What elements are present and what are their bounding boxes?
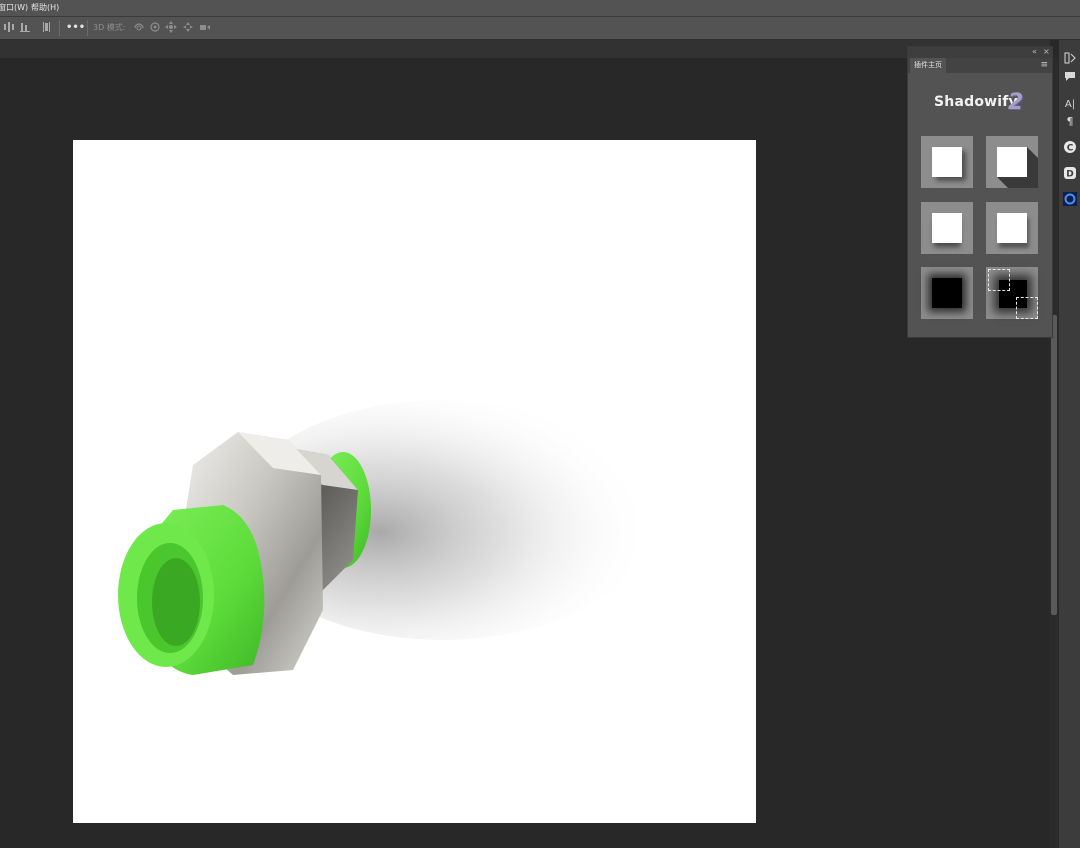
options-bar: ••• 3D 模式: — [0, 17, 1080, 40]
character-icon[interactable]: A| — [1062, 97, 1078, 113]
plugin-d-icon[interactable]: D — [1062, 166, 1078, 182]
plugin-ring-icon[interactable] — [1062, 192, 1078, 208]
panel-tab-row: 插件主页 ≡ — [908, 58, 1052, 73]
document-canvas[interactable] — [73, 140, 756, 823]
drop-shadow-preset[interactable] — [921, 136, 973, 188]
comment-icon[interactable] — [1062, 70, 1078, 86]
long-shadow-preset[interactable] — [986, 136, 1038, 188]
history-icon[interactable] — [1062, 52, 1078, 68]
menu-bar: 窗口(W) 帮助(H) — [0, 0, 1080, 17]
brand-name: Shadowify — [934, 94, 1018, 110]
panel-title-bar: « × — [908, 47, 1052, 58]
options-separator — [87, 20, 88, 36]
soft-shadow-preset[interactable] — [986, 202, 1038, 254]
menu-help[interactable]: 帮助(H) — [31, 1, 59, 15]
panel-close-button[interactable]: × — [1043, 46, 1050, 57]
more-icon[interactable]: ••• — [66, 21, 85, 35]
drag-3d-icon[interactable] — [164, 21, 178, 35]
scrollbar-thumb[interactable] — [1051, 315, 1057, 615]
document-tab-strip — [0, 40, 1050, 58]
3d-mode-label: 3D 模式: — [93, 23, 126, 32]
align-left-icon[interactable] — [2, 21, 16, 35]
tab-plugin-home[interactable]: 插件主页 — [910, 58, 946, 73]
svg-text:D: D — [1066, 170, 1073, 180]
paragraph-icon[interactable]: ¶ — [1062, 114, 1078, 130]
roll-3d-icon[interactable] — [148, 21, 162, 35]
rotate-3d-icon[interactable] — [132, 21, 146, 35]
right-dock: A| ¶ C D — [1058, 40, 1080, 848]
svg-text:C: C — [1067, 144, 1074, 154]
scale-3d-icon[interactable] — [198, 21, 212, 35]
menu-window[interactable]: 窗口(W) — [0, 1, 28, 15]
inner-shadow-preset[interactable] — [921, 267, 973, 319]
align-center-icon[interactable] — [18, 21, 32, 35]
brand-version-badge: 2 — [1008, 90, 1024, 115]
selection-shadow-preset[interactable] — [986, 267, 1038, 319]
options-separator — [59, 20, 60, 36]
shadowify-panel: « × 插件主页 ≡ Shadowify 2 — [907, 46, 1053, 338]
slide-3d-icon[interactable] — [181, 21, 195, 35]
product-image — [118, 400, 653, 675]
plugin-c-icon[interactable]: C — [1062, 140, 1078, 156]
panel-collapse-button[interactable]: « — [1032, 46, 1037, 57]
bottom-shadow-preset[interactable] — [921, 202, 973, 254]
distribute-icon[interactable] — [39, 21, 53, 35]
panel-menu-icon[interactable]: ≡ — [1040, 59, 1048, 72]
